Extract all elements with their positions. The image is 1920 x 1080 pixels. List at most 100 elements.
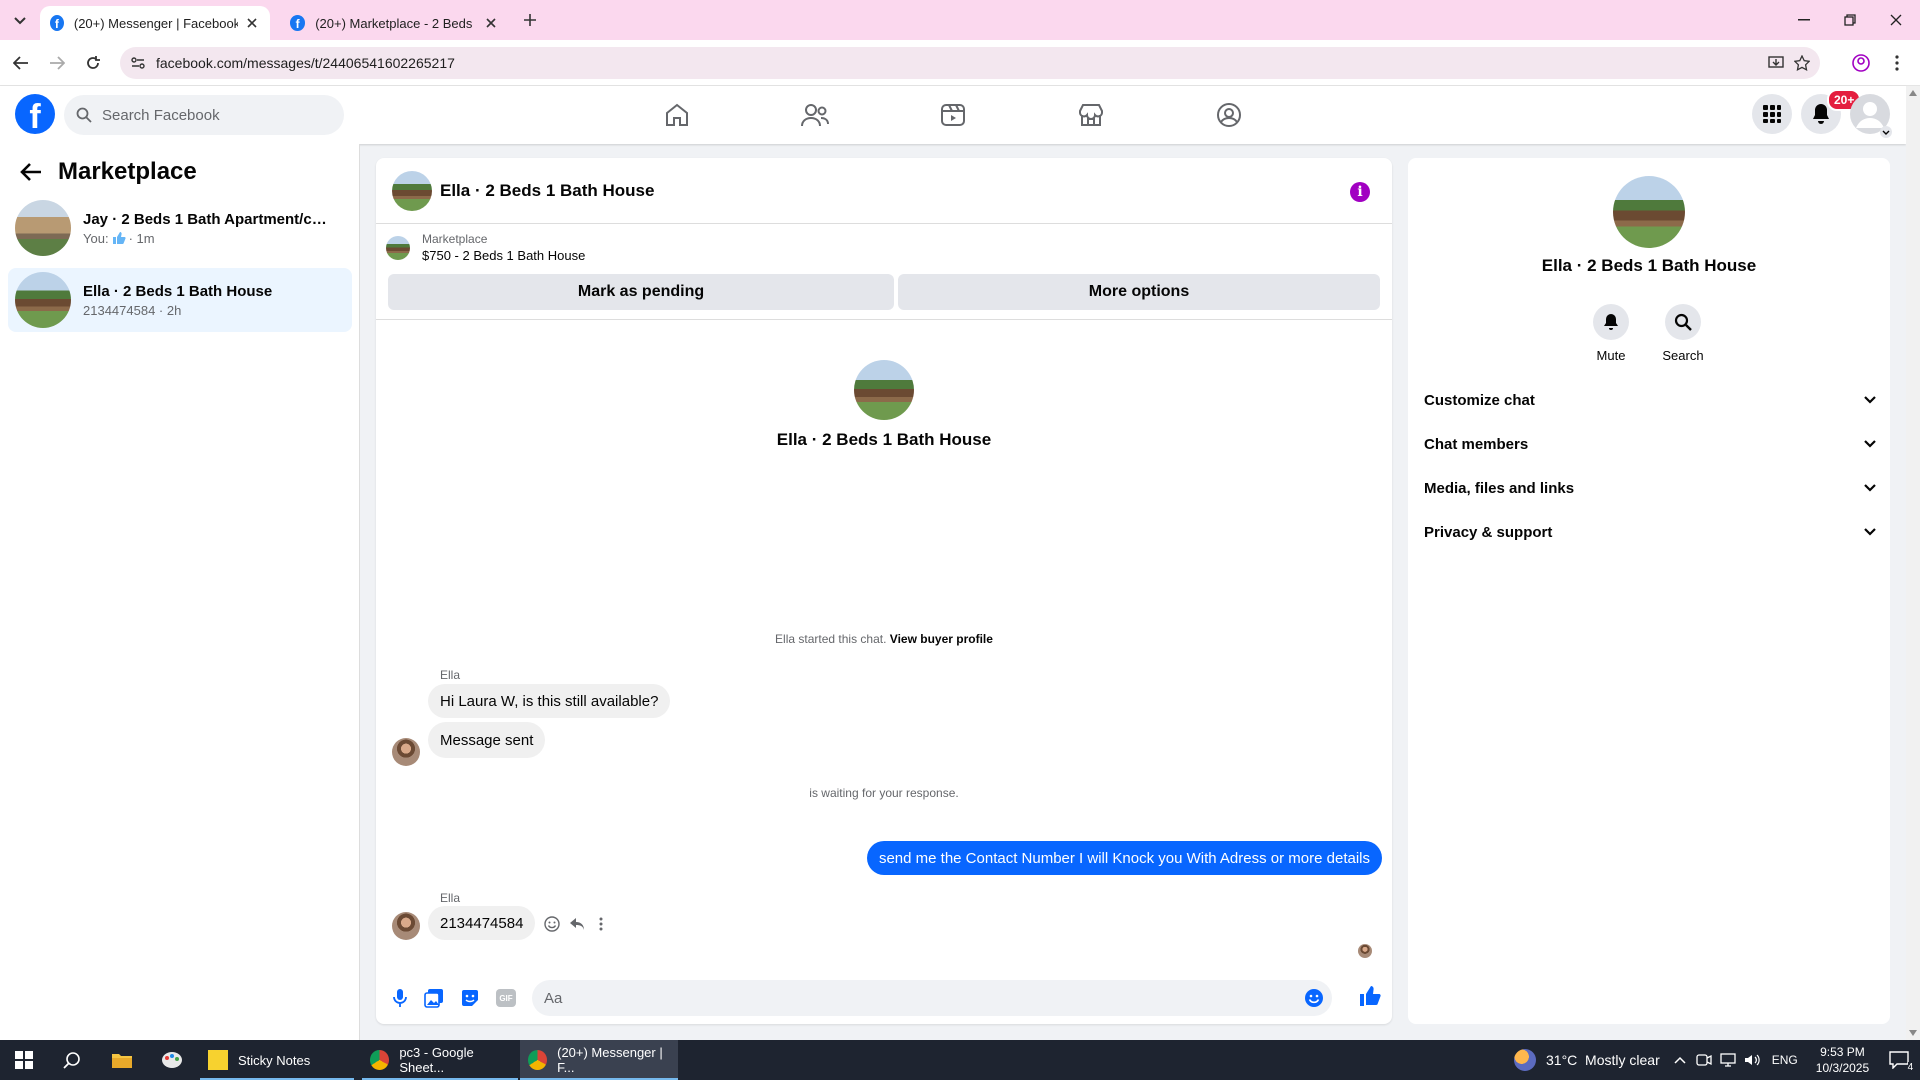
account-dropdown-icon[interactable] <box>1880 126 1892 138</box>
paint-app-icon[interactable] <box>160 1048 184 1072</box>
sender-avatar[interactable] <box>392 912 420 940</box>
minimize-icon[interactable] <box>1784 8 1824 32</box>
language-indicator[interactable]: ENG <box>1772 1053 1798 1067</box>
forward-arrow-icon[interactable] <box>46 52 68 74</box>
bookmark-star-icon[interactable] <box>1792 53 1812 73</box>
search-in-chat-button[interactable]: Search <box>1643 304 1723 363</box>
tab-search-dropdown-icon[interactable] <box>8 10 32 32</box>
search-icon <box>1665 304 1701 340</box>
message-input[interactable] <box>544 989 1264 1007</box>
friends-icon[interactable] <box>800 100 830 130</box>
windows-start-icon[interactable] <box>12 1048 36 1072</box>
taskbar-sticky-notes[interactable]: Sticky Notes <box>200 1040 354 1080</box>
customize-chat-section[interactable]: Customize chat <box>1424 380 1876 420</box>
volume-icon[interactable] <box>1744 1053 1760 1067</box>
meet-now-icon[interactable] <box>1696 1053 1712 1067</box>
tab-messenger[interactable]: f (20+) Messenger | Facebook <box>40 6 270 40</box>
facebook-search[interactable] <box>64 95 344 135</box>
site-settings-icon[interactable] <box>128 53 148 73</box>
tab-marketplace[interactable]: f (20+) Marketplace - 2 Beds 1 Bath <box>280 6 510 40</box>
chat-title[interactable]: Ella · 2 Beds 1 Bath House <box>440 181 654 201</box>
browser-menu-icon[interactable] <box>1886 52 1908 74</box>
mute-label: Mute <box>1596 348 1626 363</box>
outgoing-message[interactable]: send me the Contact Number I will Knock … <box>866 841 1382 875</box>
weather-icon[interactable] <box>1514 1049 1536 1071</box>
clock-date: 10/3/2025 <box>1815 1061 1870 1075</box>
bell-icon <box>1593 304 1629 340</box>
incoming-message[interactable]: Hi Laura W, is this still available? <box>428 684 671 718</box>
network-icon[interactable] <box>1720 1053 1736 1067</box>
conversation-jay[interactable]: Jay · 2 Beds 1 Bath Apartment/con... You… <box>8 196 352 260</box>
profile-icon[interactable] <box>1850 52 1872 74</box>
incoming-message[interactable]: 2134474584 <box>428 906 536 940</box>
view-buyer-profile-link[interactable]: View buyer profile <box>890 632 993 646</box>
listing-thumbnail <box>15 200 71 256</box>
marketplace-chats-panel: Marketplace Jay · 2 Beds 1 Bath Apartmen… <box>0 144 360 1040</box>
more-options-button[interactable]: More options <box>898 274 1380 310</box>
chevron-down-icon <box>1864 484 1876 492</box>
scroll-up-icon[interactable] <box>1909 90 1917 96</box>
back-arrow-icon[interactable] <box>20 162 42 182</box>
mute-button[interactable]: Mute <box>1571 304 1651 363</box>
search-input[interactable] <box>102 106 322 124</box>
info-icon[interactable]: i <box>1350 182 1370 202</box>
chat-window: Ella · 2 Beds 1 Bath House i Marketplace… <box>376 158 1392 1024</box>
facebook-header: f 20+ <box>0 86 1906 144</box>
listing-thumbnail <box>15 272 71 328</box>
marketplace-icon[interactable] <box>1076 100 1106 130</box>
message-input-wrapper[interactable] <box>532 980 1332 1016</box>
close-icon[interactable] <box>244 14 260 32</box>
restore-icon[interactable] <box>1830 8 1870 32</box>
back-arrow-icon[interactable] <box>10 52 32 74</box>
home-icon[interactable] <box>662 100 692 130</box>
page-scrollbar[interactable] <box>1906 86 1920 1040</box>
url-bar[interactable]: facebook.com/messages/t/2440654160226521… <box>120 47 1820 79</box>
install-app-icon[interactable] <box>1766 53 1786 73</box>
scroll-down-icon[interactable] <box>1909 1030 1917 1036</box>
clock[interactable]: 9:53 PM 10/3/2025 <box>1816 1044 1869 1076</box>
photo-icon[interactable] <box>422 986 446 1010</box>
notifications-icon[interactable]: 4 <box>1889 1051 1914 1073</box>
facebook-logo-icon[interactable]: f <box>15 94 55 134</box>
react-icon[interactable] <box>541 913 563 935</box>
section-label: Customize chat <box>1424 391 1535 409</box>
privacy-support-section[interactable]: Privacy & support <box>1424 512 1876 552</box>
chevron-up-icon[interactable] <box>1674 1056 1686 1064</box>
details-avatar[interactable] <box>1613 176 1685 248</box>
url-text: facebook.com/messages/t/2440654160226521… <box>156 55 455 71</box>
video-icon[interactable] <box>938 100 968 130</box>
taskbar-messenger[interactable]: (20+) Messenger | F... <box>520 1040 678 1080</box>
window-close-icon[interactable] <box>1876 8 1916 32</box>
close-icon[interactable] <box>483 14 500 32</box>
reply-icon[interactable] <box>566 913 588 935</box>
notification-count: 4 <box>1907 1062 1914 1073</box>
emoji-icon[interactable] <box>1304 988 1324 1008</box>
sender-name: Ella <box>440 891 461 905</box>
weather-text[interactable]: 31°C Mostly clear <box>1546 1052 1660 1068</box>
chat-details-panel: Ella · 2 Beds 1 Bath House Mute Search C… <box>1408 158 1890 1024</box>
gaming-icon[interactable] <box>1214 100 1244 130</box>
marketplace-header: Marketplace <box>20 158 197 186</box>
menu-grid-icon[interactable] <box>1752 94 1792 134</box>
microphone-icon[interactable] <box>388 986 412 1010</box>
search-icon[interactable] <box>60 1048 84 1072</box>
new-tab-icon[interactable] <box>520 10 540 30</box>
incoming-message[interactable]: Message sent <box>428 722 546 758</box>
gif-icon[interactable]: GIF <box>494 986 518 1010</box>
reload-icon[interactable] <box>82 52 104 74</box>
more-actions-icon[interactable] <box>590 913 612 935</box>
listing-summary[interactable]: Marketplace $750 - 2 Beds 1 Bath House <box>386 232 585 263</box>
file-explorer-icon[interactable] <box>110 1048 134 1072</box>
browser-address-bar: facebook.com/messages/t/2440654160226521… <box>0 40 1920 86</box>
conversation-ella[interactable]: Ella · 2 Beds 1 Bath House 2134474584 · … <box>8 268 352 332</box>
media-files-links-section[interactable]: Media, files and links <box>1424 468 1876 508</box>
like-thumb-icon[interactable] <box>1358 984 1382 1008</box>
taskbar-google-sheets[interactable]: pc3 - Google Sheet... <box>362 1040 518 1080</box>
conversation-name: Jay · 2 Beds 1 Bath Apartment/con... <box>83 210 333 228</box>
chat-avatar[interactable] <box>392 170 432 211</box>
listing-detail: $750 - 2 Beds 1 Bath House <box>422 248 586 263</box>
mark-as-pending-button[interactable]: Mark as pending <box>388 274 894 310</box>
sender-avatar[interactable] <box>392 738 420 766</box>
chat-members-section[interactable]: Chat members <box>1424 424 1876 464</box>
sticker-icon[interactable] <box>458 986 482 1010</box>
